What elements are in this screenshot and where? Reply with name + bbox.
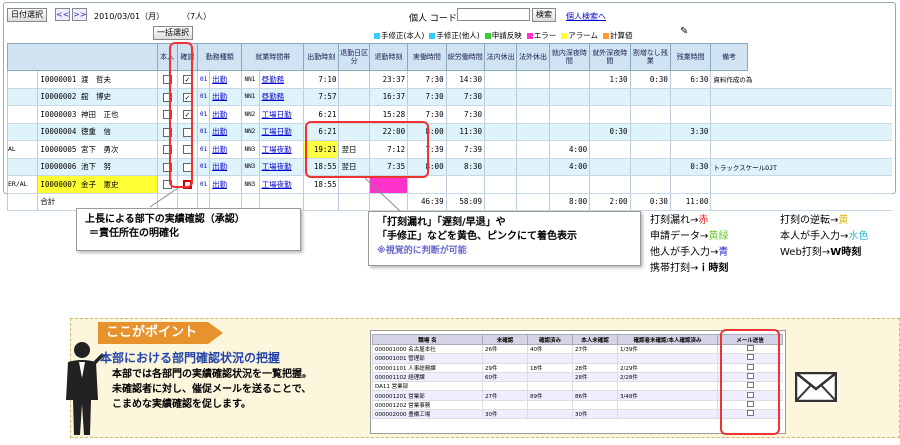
point-body-line1: 本部では各部門の実績確認状況を一覧把握。 xyxy=(112,369,312,380)
cell: 18件 xyxy=(527,363,573,373)
color-display-callout: 「打刻漏れ」「遅刻/早退」や 「手修正」などを黄色、ピンクにて着色表示 ※視覚的… xyxy=(368,211,641,266)
key-label: 携帯打刻→ xyxy=(650,263,699,274)
cell: 28件 xyxy=(572,363,618,373)
dept-name-cell: 000001101 人事総務課 xyxy=(372,363,483,373)
dept-name: 経理課 xyxy=(408,375,425,382)
key-color: 黄 xyxy=(838,215,849,226)
point-badge: ここがポイント xyxy=(98,322,223,344)
cell xyxy=(617,409,718,420)
dept-name: 人事総務課 xyxy=(408,365,436,372)
dept-code: 000002000 xyxy=(375,412,407,419)
color-callout-line2: 「手修正」などを黄色、ピンクにて着色表示 xyxy=(377,231,577,242)
key-color: 黄緑 xyxy=(708,231,729,242)
dept-name: 営業部 xyxy=(391,384,409,391)
dept-name: 営業事務 xyxy=(408,402,431,409)
dept-col-header: 未確認 xyxy=(482,334,528,345)
dept-code: DA11 xyxy=(375,384,390,391)
key-label: 打刻漏れ→ xyxy=(650,215,699,226)
cell: 3/48件 xyxy=(617,390,718,401)
key-color: 赤 xyxy=(698,215,709,226)
cell xyxy=(527,381,573,392)
cell: 40件 xyxy=(527,344,573,355)
dept-name-cell: 000001201 営業部 xyxy=(372,390,483,401)
dept-code: 000001000 xyxy=(375,347,407,354)
point-body: 本部では各部門の実績確認状況を一覧把握。 未確認者に対し、催促メールを送ることで… xyxy=(112,367,312,412)
dept-col-header: 確認者未確認/本人確認済み xyxy=(617,334,718,345)
cell xyxy=(617,353,718,364)
dept-code: 000001102 xyxy=(375,375,407,382)
dept-name-cell: DA11 営業部 xyxy=(372,381,483,392)
key-label: 他人が手入力→ xyxy=(650,247,719,258)
color-callout-note: ※視覚的に判断が可能 xyxy=(377,246,467,256)
color-key-left: 打刻漏れ→赤 申請データ→黄緑 他人が手入力→青 携帯打刻→ｉ時刻 xyxy=(650,213,728,277)
point-body-line3: こまめな実績確認を促します。 xyxy=(112,399,251,410)
cell: 86件 xyxy=(572,390,618,401)
dept-code: 000001201 xyxy=(375,393,407,400)
dept-code: 000001202 xyxy=(375,402,407,409)
cell: 1/39件 xyxy=(617,344,718,355)
approval-callout-line1: 上長による部下の実績確認（承認） xyxy=(85,214,245,225)
cell: 29件 xyxy=(482,363,528,373)
point-heading: 本部における部門確認状況の把握 xyxy=(100,351,281,365)
dept-name: 営業部 xyxy=(408,393,425,400)
cell: 2/28件 xyxy=(617,372,718,383)
dept-name: 管理部 xyxy=(408,356,425,363)
color-callout-line1: 「打刻漏れ」「遅刻/早退」や xyxy=(377,217,506,228)
cell xyxy=(617,381,718,392)
cell: 2/29件 xyxy=(617,363,718,373)
cell xyxy=(527,400,573,411)
key-color: ｉ時刻 xyxy=(698,263,729,274)
mail-column-highlight xyxy=(720,329,780,435)
cell xyxy=(617,400,718,411)
businessman-icon xyxy=(66,342,104,435)
cell xyxy=(572,400,618,411)
dept-name: 豊橋工場 xyxy=(408,412,431,419)
cell: 30件 xyxy=(482,409,528,420)
cell: 27件 xyxy=(482,390,528,401)
color-key-right: 打刻の逆転→黄 本人が手入力→水色 Web打刻→W時刻 xyxy=(780,213,868,261)
dept-code: 000001001 xyxy=(375,356,407,363)
cell: 27件 xyxy=(572,344,618,355)
key-color: 水色 xyxy=(848,231,869,242)
cell: 28件 xyxy=(572,372,618,383)
dept-col-header: 本人未確認 xyxy=(572,334,618,345)
dept-name: 名古屋本社 xyxy=(408,347,436,354)
dept-col-header: 職場 名 xyxy=(372,334,483,345)
dept-code: 000001101 xyxy=(375,365,407,372)
cell xyxy=(482,400,528,411)
cell xyxy=(482,381,528,392)
cell: 60件 xyxy=(482,372,528,383)
point-body-line2: 未確認者に対し、催促メールを送ることで、 xyxy=(112,384,312,395)
dept-col-header: 確認済み xyxy=(527,334,573,345)
key-color: W時刻 xyxy=(830,247,862,258)
cell: 30件 xyxy=(572,409,618,420)
dept-name-cell: 000001102 経理課 xyxy=(372,372,483,383)
dept-name-cell: 000001001 管理部 xyxy=(372,353,483,364)
key-label: 本人が手入力→ xyxy=(780,231,849,242)
mail-icon xyxy=(795,372,837,402)
key-label: 申請データ→ xyxy=(650,231,709,242)
cell xyxy=(572,353,618,364)
cell xyxy=(527,372,573,383)
key-label: 打刻の逆転→ xyxy=(780,215,839,226)
cell: 89件 xyxy=(527,390,573,401)
cell: 26件 xyxy=(482,344,528,355)
cell xyxy=(482,353,528,364)
dept-name-cell: 000001000 名古屋本社 xyxy=(372,344,483,355)
key-color: 青 xyxy=(718,247,729,258)
cell xyxy=(572,381,618,392)
approval-callout: 上長による部下の実績確認（承認） ＝責任所在の明確化 xyxy=(76,208,301,251)
cell xyxy=(527,353,573,364)
cell xyxy=(527,409,573,420)
dept-name-cell: 000002000 豊橋工場 xyxy=(372,409,483,420)
key-label: Web打刻→ xyxy=(780,247,831,258)
dept-name-cell: 000001202 営業事務 xyxy=(372,400,483,411)
approval-callout-line2: ＝責任所在の明確化 xyxy=(89,228,179,239)
